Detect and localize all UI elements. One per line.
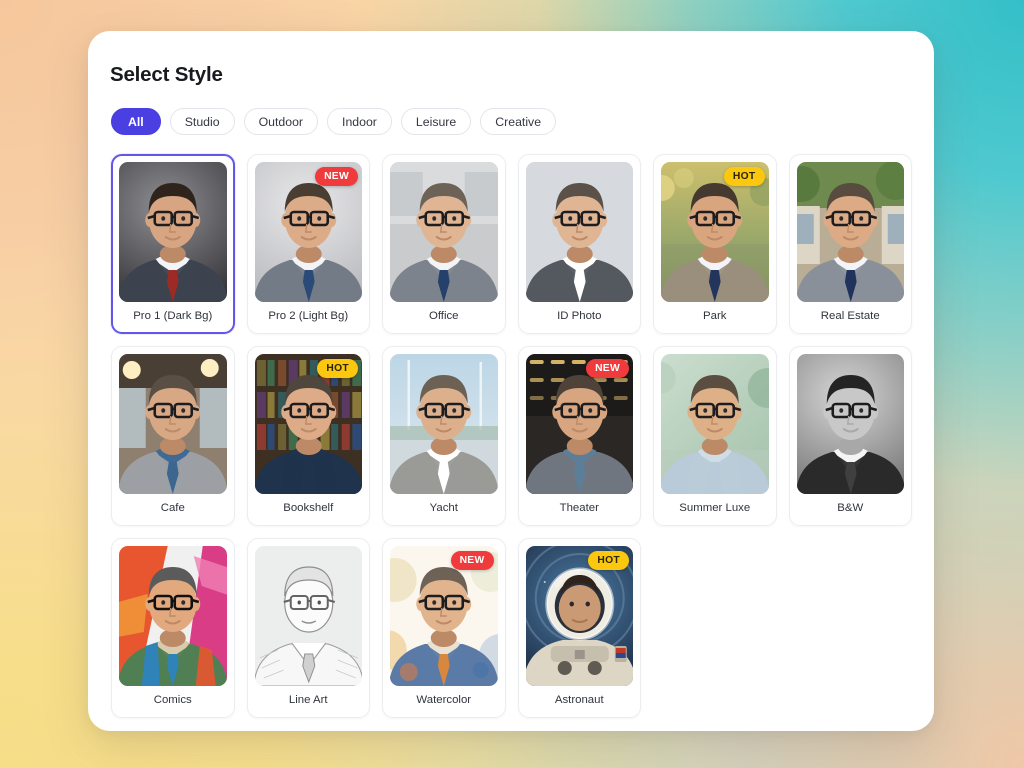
style-card[interactable]: Cafe xyxy=(111,346,235,526)
style-card-label: Yacht xyxy=(429,502,458,514)
style-card-label: Bookshelf xyxy=(283,502,334,514)
style-thumbnail-pro-dark xyxy=(119,162,227,302)
style-card[interactable]: NEW Theater xyxy=(517,346,641,526)
style-filter-bar: All Studio Outdoor Indoor Leisure Creative xyxy=(110,108,912,135)
style-card-label: Park xyxy=(703,310,727,322)
page-title: Select Style xyxy=(110,63,223,86)
style-card[interactable]: B&W xyxy=(788,346,912,526)
badge-new: NEW xyxy=(315,167,358,186)
filter-pill-indoor[interactable]: Indoor xyxy=(327,108,392,135)
style-card-label: Summer Luxe xyxy=(679,502,751,514)
style-thumbnail-summer-luxe xyxy=(661,354,769,494)
style-card[interactable]: Summer Luxe xyxy=(653,346,777,526)
style-card-label: Pro 1 (Dark Bg) xyxy=(133,310,213,322)
filter-pill-leisure[interactable]: Leisure xyxy=(400,108,472,135)
filter-pill-outdoor[interactable]: Outdoor xyxy=(243,108,319,135)
style-thumbnail-bw xyxy=(796,354,904,494)
badge-hot: HOT xyxy=(588,551,629,570)
style-card[interactable]: NEW Pro 2 (Light Bg) xyxy=(246,154,370,334)
style-card[interactable]: Comics xyxy=(111,538,235,718)
style-card-label: Comics xyxy=(153,694,192,706)
style-thumbnail-cafe xyxy=(119,354,227,494)
style-thumbnail-id-photo xyxy=(525,162,633,302)
style-card[interactable]: Office xyxy=(382,154,506,334)
style-card[interactable]: NEW Watercolor xyxy=(382,538,506,718)
style-thumbnail-comics xyxy=(119,546,227,686)
style-card-label: Watercolor xyxy=(416,694,472,706)
select-style-panel: Select Style All Studio Outdoor Indoor Leisu… xyxy=(88,31,934,731)
filter-pill-all[interactable]: All xyxy=(111,108,161,135)
style-card-label: Real Estate xyxy=(820,310,880,322)
style-card-label: Theater xyxy=(559,502,599,514)
style-card[interactable]: Real Estate xyxy=(788,154,912,334)
style-card[interactable]: Yacht xyxy=(382,346,506,526)
style-card[interactable]: HOT Bookshelf xyxy=(246,346,370,526)
style-card[interactable]: HOT Park xyxy=(653,154,777,334)
style-card-label: Astronaut xyxy=(554,694,604,706)
badge-hot: HOT xyxy=(317,359,358,378)
style-thumbnail-line-art xyxy=(254,546,362,686)
style-card[interactable]: Line Art xyxy=(246,538,370,718)
style-card-label: Cafe xyxy=(160,502,185,514)
style-grid: Pro 1 (Dark Bg) NEW Pro 2 (Light Bg) Off… xyxy=(110,154,912,718)
style-thumbnail-real-estate xyxy=(796,162,904,302)
style-card-label: ID Photo xyxy=(557,310,602,322)
style-card-label: B&W xyxy=(837,502,864,514)
badge-new: NEW xyxy=(450,551,494,570)
style-thumbnail-yacht xyxy=(390,354,498,494)
style-card-label: Office xyxy=(428,310,459,322)
style-card[interactable]: Pro 1 (Dark Bg) xyxy=(111,154,235,334)
style-card[interactable]: HOT Astronaut xyxy=(517,538,641,718)
filter-pill-creative[interactable]: Creative xyxy=(480,108,557,135)
style-card-label: Line Art xyxy=(288,694,328,706)
style-card-label: Pro 2 (Light Bg) xyxy=(268,310,349,322)
badge-new: NEW xyxy=(586,359,629,378)
style-thumbnail-office xyxy=(390,162,498,302)
badge-hot: HOT xyxy=(723,167,765,186)
style-card[interactable]: ID Photo xyxy=(517,154,641,334)
filter-pill-studio[interactable]: Studio xyxy=(169,108,235,135)
